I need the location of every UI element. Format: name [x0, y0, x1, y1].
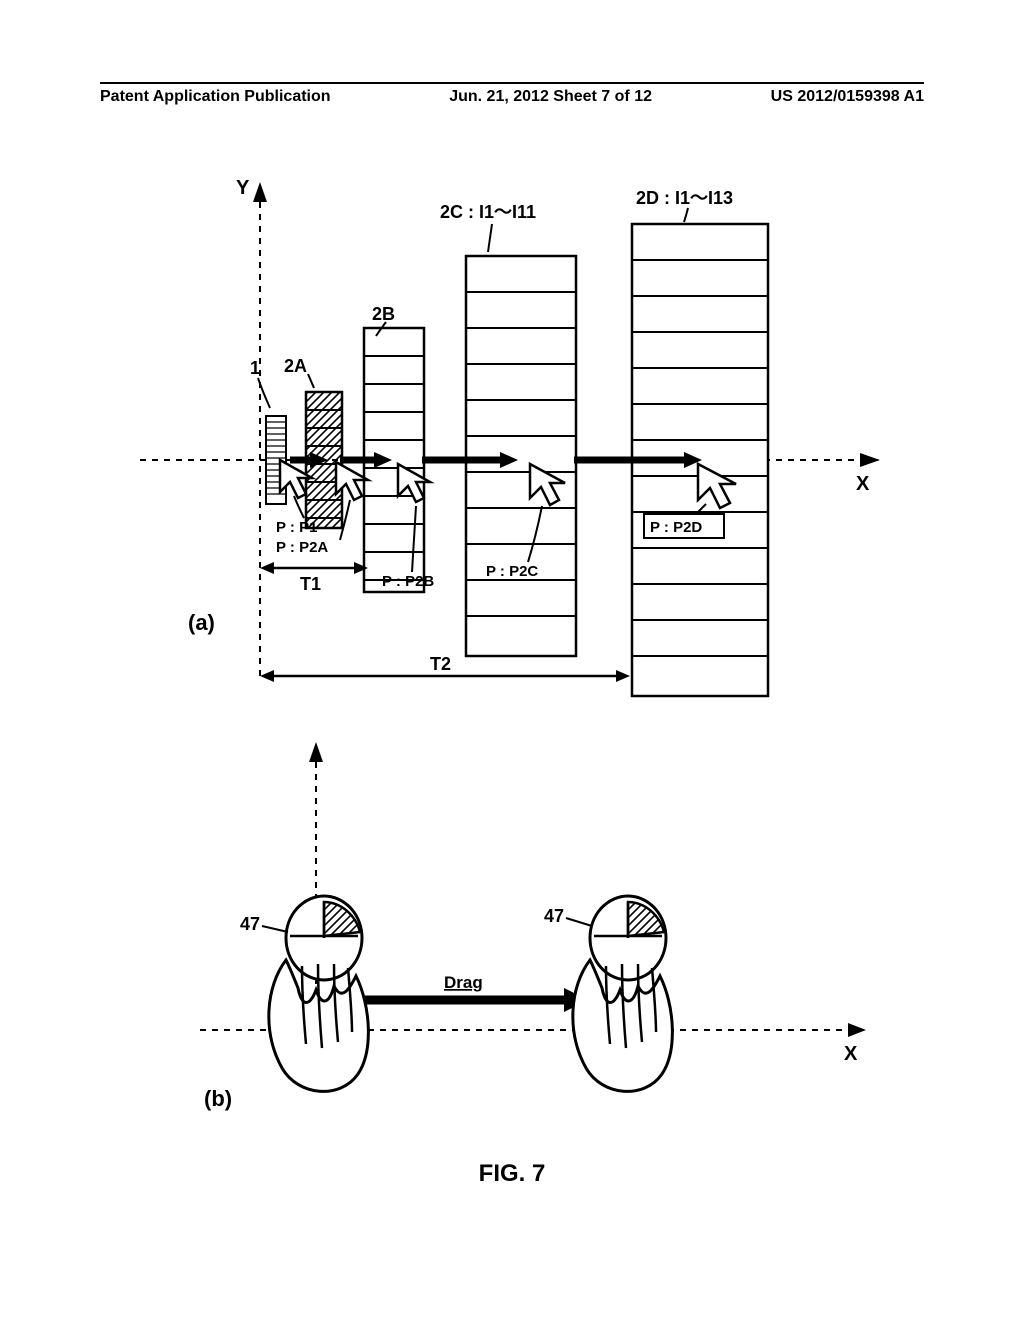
figure-area: Y X: [140, 160, 880, 1140]
sublabel-a: (a): [188, 610, 215, 635]
axis-x-label-b: X: [844, 1043, 858, 1065]
label-P2B: P : P2B: [382, 573, 434, 590]
label-2B: 2B: [372, 304, 395, 324]
drag-arrow: Drag: [360, 973, 588, 1012]
label-2C: 2C : I1～I11: [440, 202, 536, 222]
label-P2D: P : P2D: [650, 519, 702, 536]
label-P1: P : P1: [276, 519, 317, 536]
header-left: Patent Application Publication: [100, 88, 331, 106]
label-T1: T1: [300, 574, 321, 594]
axis-y-label: Y: [236, 177, 250, 199]
T2-span: T2: [260, 654, 630, 682]
column-2C: [466, 256, 576, 656]
axis-x-label-a: X: [856, 473, 870, 495]
drag-label: Drag: [444, 973, 483, 992]
label-P2C: P : P2C: [486, 563, 538, 580]
label-2A: 2A: [284, 356, 307, 376]
header-right: US 2012/0159398 A1: [771, 88, 924, 106]
sublabel-b: (b): [204, 1086, 232, 1111]
label-2D: 2D : I1～I13: [636, 188, 733, 208]
T1-span: T1: [260, 562, 368, 594]
label-1: 1: [250, 358, 260, 378]
header-center: Jun. 21, 2012 Sheet 7 of 12: [449, 88, 652, 106]
mouse-left-label: 47: [240, 914, 260, 934]
mouse-left: [269, 896, 369, 1091]
figure-svg: Y X: [140, 160, 880, 1140]
label-P2A: P : P2A: [276, 539, 328, 556]
mouse-right-label: 47: [544, 906, 564, 926]
figure-caption: FIG. 7: [0, 1160, 1024, 1188]
column-1: [266, 416, 286, 504]
label-T2: T2: [430, 654, 451, 674]
